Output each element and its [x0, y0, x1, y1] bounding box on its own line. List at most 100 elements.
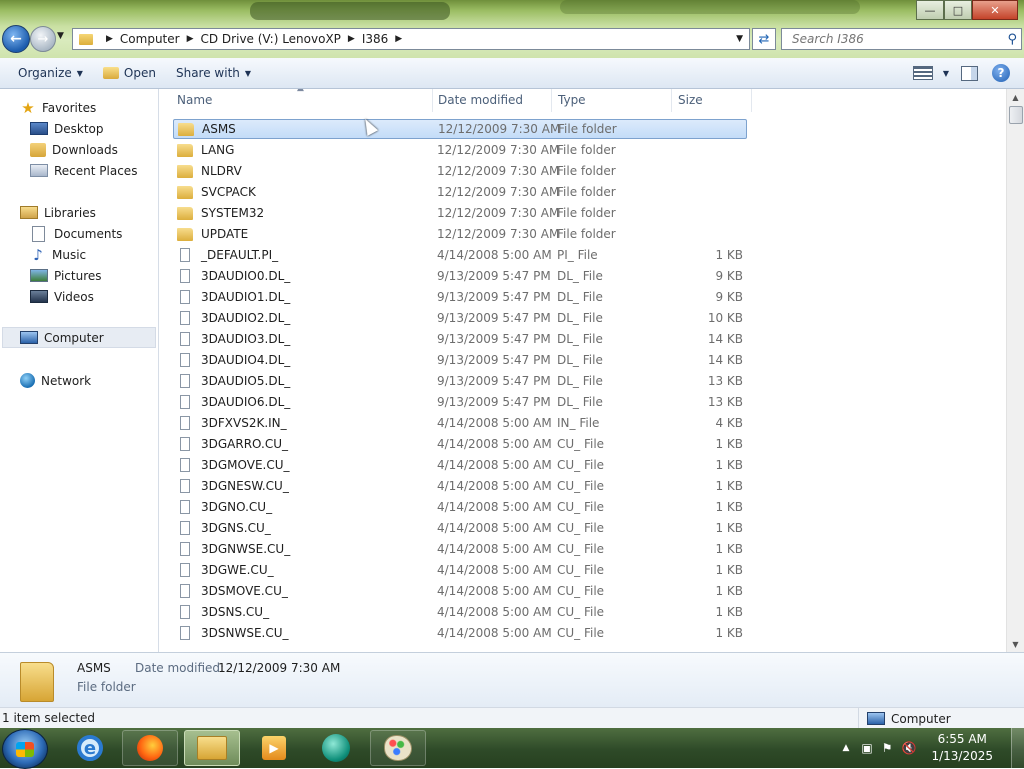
scroll-down-icon[interactable]: ▼ — [1007, 636, 1024, 652]
forward-button[interactable]: → — [30, 26, 56, 52]
nav-favorites[interactable]: ★ Favorites — [20, 97, 96, 118]
nav-computer[interactable]: Computer — [2, 327, 156, 348]
volume-muted-icon[interactable]: 🔇 — [902, 741, 917, 755]
maximize-button[interactable]: □ — [944, 0, 972, 20]
recent-pages-dropdown[interactable]: ▼ — [57, 31, 64, 41]
file-row[interactable]: 3DSMOVE.CU_ 4/14/2008 5:00 AM CU_ File 1 KB — [173, 581, 747, 601]
search-input[interactable] — [790, 31, 994, 47]
column-header-name[interactable]: Name — [171, 89, 433, 112]
search-icon[interactable]: ⚲ — [1007, 32, 1017, 47]
row-type: DL_ File — [557, 395, 603, 409]
chevron-right-icon[interactable]: ▶ — [187, 34, 194, 44]
row-type: DL_ File — [557, 269, 603, 283]
row-name: UPDATE — [177, 227, 248, 241]
folder-row[interactable]: ASMS 12/12/2009 7:30 AM File folder — [173, 119, 747, 139]
file-row[interactable]: 3DAUDIO3.DL_ 9/13/2009 5:47 PM DL_ File 14 … — [173, 329, 747, 349]
scroll-thumb[interactable] — [1009, 106, 1023, 124]
clock[interactable]: 6:55 AM 1/13/2025 — [931, 731, 993, 765]
row-name-text: 3DAUDIO0.DL_ — [201, 269, 291, 283]
file-row[interactable]: 3DAUDIO0.DL_ 9/13/2009 5:47 PM DL_ File 9 K… — [173, 266, 747, 286]
taskbar-paint[interactable] — [370, 730, 426, 766]
file-row[interactable]: _DEFAULT.PI_ 4/14/2008 5:00 AM PI_ File 1 K… — [173, 245, 747, 265]
file-icon — [180, 416, 190, 430]
search-box[interactable]: ⚲ — [781, 28, 1022, 50]
show-hidden-icons-icon[interactable]: ▲ — [842, 743, 849, 753]
share-with-button[interactable]: Share with ▼ — [166, 66, 261, 80]
chevron-right-icon[interactable]: ▶ — [106, 34, 113, 44]
breadcrumb-computer[interactable]: Computer — [120, 32, 180, 46]
libraries-icon — [20, 206, 38, 219]
taskbar-globe-app[interactable] — [308, 730, 364, 766]
file-row[interactable]: 3DSNWSE.CU_ 4/14/2008 5:00 AM CU_ File 1 KB — [173, 623, 747, 643]
nav-downloads[interactable]: Downloads — [30, 139, 118, 160]
nav-recent-places[interactable]: Recent Places — [30, 160, 137, 181]
row-name: 3DFXVS2K.IN_ — [177, 416, 287, 430]
breadcrumb-cd-drive[interactable]: CD Drive (V:) LenovoXP — [201, 32, 341, 46]
help-icon[interactable]: ? — [992, 64, 1010, 82]
chevron-right-icon[interactable]: ▶ — [395, 34, 402, 44]
file-row[interactable]: 3DGMOVE.CU_ 4/14/2008 5:00 AM CU_ File 1 KB — [173, 455, 747, 475]
open-label: Open — [123, 66, 156, 80]
folder-row[interactable]: SYSTEM32 12/12/2009 7:30 AM File folder — [173, 203, 747, 223]
file-row[interactable]: 3DGNESW.CU_ 4/14/2008 5:00 AM CU_ File 1 KB — [173, 476, 747, 496]
file-row[interactable]: 3DSNS.CU_ 4/14/2008 5:00 AM CU_ File 1 KB — [173, 602, 747, 622]
folder-row[interactable]: SVCPACK 12/12/2009 7:30 AM File folder — [173, 182, 747, 202]
breadcrumb-i386[interactable]: I386 — [362, 32, 388, 46]
column-header-size[interactable]: Size — [672, 89, 752, 112]
folder-row[interactable]: LANG 12/12/2009 7:30 AM File folder — [173, 140, 747, 160]
file-icon — [180, 458, 190, 472]
nav-pictures[interactable]: Pictures — [30, 265, 102, 286]
file-row[interactable]: 3DGNWSE.CU_ 4/14/2008 5:00 AM CU_ File 1 KB — [173, 539, 747, 559]
address-bar[interactable]: ▶ Computer ▶ CD Drive (V:) LenovoXP ▶ I386 … — [72, 28, 750, 50]
nav-network[interactable]: Network — [20, 370, 91, 391]
scroll-up-icon[interactable]: ▲ — [1007, 89, 1024, 105]
taskbar-internet-explorer[interactable]: e — [62, 730, 118, 766]
file-icon — [180, 290, 190, 304]
row-name-text: 3DSNS.CU_ — [201, 605, 270, 619]
file-row[interactable]: 3DAUDIO1.DL_ 9/13/2009 5:47 PM DL_ File 9 K… — [173, 287, 747, 307]
file-row[interactable]: 3DGARRO.CU_ 4/14/2008 5:00 AM CU_ File 1 KB — [173, 434, 747, 454]
open-button[interactable]: Open — [93, 66, 166, 80]
chevron-right-icon[interactable]: ▶ — [348, 34, 355, 44]
back-button[interactable]: ← — [2, 25, 30, 53]
close-button[interactable]: ✕ — [972, 0, 1018, 20]
minimize-button[interactable]: — — [916, 0, 944, 20]
file-row[interactable]: 3DAUDIO5.DL_ 9/13/2009 5:47 PM DL_ File 13 … — [173, 371, 747, 391]
taskbar-firefox[interactable] — [122, 730, 178, 766]
taskbar-media-player[interactable]: ▶ — [246, 730, 302, 766]
network-tray-icon[interactable]: ▣ — [861, 741, 872, 755]
chevron-down-icon: ▼ — [76, 68, 83, 78]
address-dropdown-icon[interactable]: ▼ — [736, 34, 743, 44]
nav-desktop[interactable]: Desktop — [30, 118, 104, 139]
start-button[interactable] — [2, 729, 48, 769]
chevron-down-icon[interactable]: ▼ — [943, 69, 949, 78]
row-type: CU_ File — [557, 584, 605, 598]
preview-pane-icon[interactable] — [961, 65, 978, 81]
nav-videos[interactable]: Videos — [30, 286, 94, 307]
vertical-scrollbar[interactable]: ▲ ▼ — [1006, 89, 1024, 652]
taskbar-windows-explorer[interactable] — [184, 730, 240, 766]
column-header-type[interactable]: Type — [552, 89, 672, 112]
nav-libraries[interactable]: Libraries — [20, 202, 96, 223]
file-row[interactable]: 3DGNO.CU_ 4/14/2008 5:00 AM CU_ File 1 KB — [173, 497, 747, 517]
file-row[interactable]: 3DGNS.CU_ 4/14/2008 5:00 AM CU_ File 1 KB — [173, 518, 747, 538]
folder-row[interactable]: UPDATE 12/12/2009 7:30 AM File folder — [173, 224, 747, 244]
folder-row[interactable]: NLDRV 12/12/2009 7:30 AM File folder — [173, 161, 747, 181]
file-row[interactable]: 3DAUDIO6.DL_ 9/13/2009 5:47 PM DL_ File 13 … — [173, 392, 747, 412]
show-desktop-button[interactable] — [1011, 728, 1024, 768]
row-name: 3DAUDIO5.DL_ — [177, 374, 290, 388]
nav-documents[interactable]: Documents — [30, 223, 122, 244]
file-row[interactable]: 3DAUDIO2.DL_ 9/13/2009 5:47 PM DL_ File 10 … — [173, 308, 747, 328]
nav-computer-label: Computer — [44, 330, 104, 345]
file-icon — [180, 437, 190, 451]
nav-music[interactable]: ♪ Music — [30, 244, 86, 265]
file-row[interactable]: 3DAUDIO4.DL_ 9/13/2009 5:47 PM DL_ File 14 … — [173, 350, 747, 370]
column-header-date-modified[interactable]: Date modified — [432, 89, 552, 112]
refresh-button[interactable]: ⇄ — [752, 28, 776, 50]
organize-button[interactable]: Organize ▼ — [8, 66, 93, 80]
forward-arrow-icon: → — [37, 31, 49, 47]
file-row[interactable]: 3DFXVS2K.IN_ 4/14/2008 5:00 AM IN_ File 4 K… — [173, 413, 747, 433]
change-view-icon[interactable] — [912, 66, 933, 80]
file-row[interactable]: 3DGWE.CU_ 4/14/2008 5:00 AM CU_ File 1 KB — [173, 560, 747, 580]
action-center-flag-icon[interactable]: ⚑ — [882, 741, 893, 755]
